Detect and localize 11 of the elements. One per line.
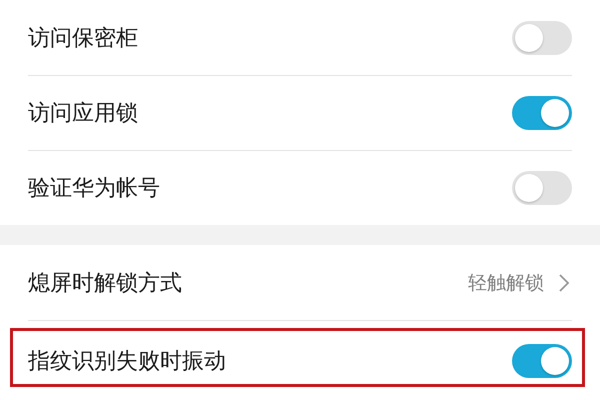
toggle-switch[interactable]: [512, 171, 572, 205]
toggle-switch[interactable]: [512, 96, 572, 130]
setting-label: 验证华为帐号: [28, 175, 161, 203]
setting-value: 轻触解锁: [468, 270, 544, 296]
setting-label: 访问应用锁: [28, 100, 139, 128]
toggle-switch[interactable]: [512, 344, 572, 378]
setting-label: 访问保密柜: [28, 24, 139, 52]
toggle-switch[interactable]: [512, 20, 572, 54]
setting-label: 熄屏时解锁方式: [28, 270, 183, 298]
chevron-icon: [558, 272, 570, 292]
setting-label: 指纹识别失败时振动: [28, 348, 227, 376]
